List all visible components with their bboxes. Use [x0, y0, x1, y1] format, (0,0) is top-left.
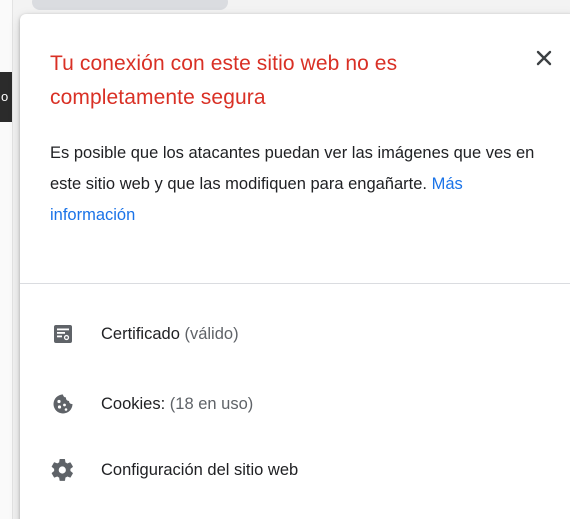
divider [20, 283, 570, 284]
address-bar-fragment[interactable] [32, 0, 228, 10]
cookies-label-text: Cookies: [101, 395, 166, 413]
certificate-label-text: Certificado [101, 325, 180, 343]
cookies-menu-item[interactable]: Cookies: (18 en uso) [20, 371, 570, 435]
cookies-label: Cookies: (18 en uso) [101, 393, 253, 415]
certificate-status: (válido) [184, 325, 239, 343]
gear-icon [51, 459, 73, 481]
certificate-label: Certificado (válido) [101, 323, 239, 345]
browser-window: o Tu conexión con este sitio web no es c… [0, 0, 570, 519]
certificate-menu-item[interactable]: Certificado (válido) [20, 301, 570, 365]
close-icon [536, 50, 552, 66]
cookie-icon [53, 394, 73, 414]
cookies-count: (18 en uso) [169, 395, 254, 413]
site-settings-menu-item[interactable]: Configuración del sitio web [20, 437, 570, 501]
background-tab-fragment: o [0, 72, 12, 122]
close-button[interactable] [530, 44, 558, 72]
site-settings-label: Configuración del sitio web [101, 461, 299, 479]
connection-warning-description: Es posible que los atacantes puedan ver … [50, 138, 550, 231]
certificate-icon [54, 325, 72, 343]
connection-warning-title: Tu conexión con este sitio web no es com… [50, 52, 398, 109]
